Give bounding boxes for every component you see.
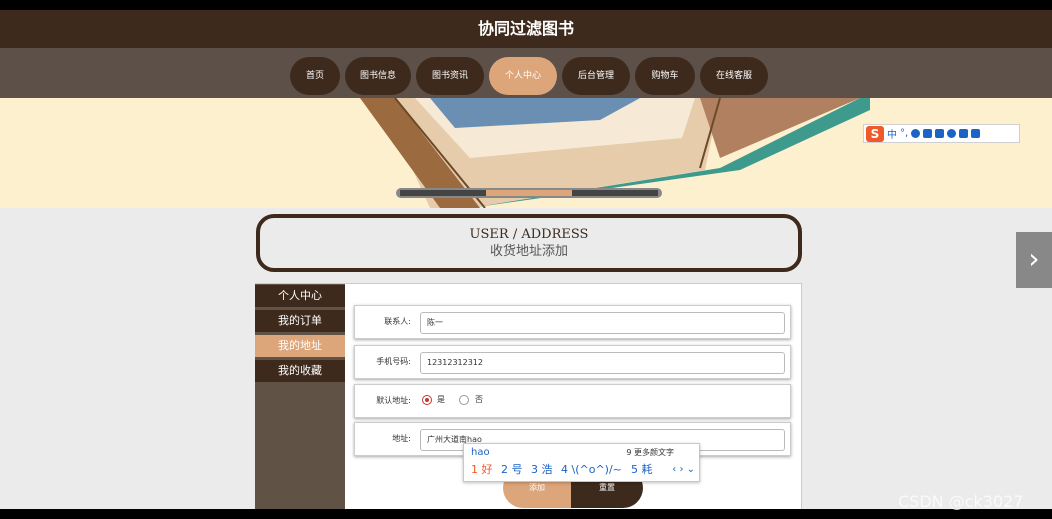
ime-candidate[interactable]: 5 耗 xyxy=(631,463,653,477)
default-yes-label: 是 xyxy=(437,395,445,404)
default-yes-radio[interactable] xyxy=(422,395,432,405)
emoji-icon[interactable] xyxy=(911,129,921,138)
keyboard-icon[interactable] xyxy=(935,129,945,138)
nav-admin[interactable]: 后台管理 xyxy=(562,57,630,95)
default-no-label: 否 xyxy=(475,395,483,404)
sogou-logo-icon: S xyxy=(866,125,884,142)
skin-icon[interactable] xyxy=(959,129,969,138)
toolbox-icon[interactable] xyxy=(971,129,981,138)
nav-book-info[interactable]: 图书信息 xyxy=(345,57,411,95)
carousel-indicator[interactable] xyxy=(400,190,486,196)
user-icon[interactable] xyxy=(947,129,957,138)
main-nav: 首页 图书信息 图书资讯 个人中心 后台管理 购物车 在线客服 xyxy=(0,48,1052,98)
contact-input[interactable]: 陈一 xyxy=(420,312,785,334)
ime-lang-toggle[interactable]: 中 xyxy=(887,126,897,141)
ime-candidate[interactable]: 3 浩 xyxy=(531,463,553,477)
microphone-icon[interactable] xyxy=(923,129,933,138)
sidebar-item-address[interactable]: 我的地址 xyxy=(255,335,345,357)
phone-input[interactable]: 12312312312 xyxy=(420,352,785,374)
sidebar-item-user-center[interactable]: 个人中心 xyxy=(255,285,345,307)
nav-book-news[interactable]: 图书资讯 xyxy=(416,57,484,95)
ime-candidate[interactable]: 2 号 xyxy=(501,463,523,477)
default-address-row: 默认地址: 是 否 xyxy=(354,384,791,418)
top-black-bar xyxy=(0,0,1052,10)
nav-support[interactable]: 在线客服 xyxy=(700,57,768,95)
contact-row: 联系人: 陈一 xyxy=(354,305,791,339)
bottom-black-bar xyxy=(0,509,1052,519)
sidebar-item-orders[interactable]: 我的订单 xyxy=(255,310,345,332)
ime-candidate[interactable]: 4 \(^o^)/~ xyxy=(561,463,622,477)
ime-composition: hao xyxy=(471,447,490,458)
watermark: CSDN @ck3027 xyxy=(898,492,1024,511)
default-address-label: 默认地址: xyxy=(376,396,411,405)
site-title: 协同过滤图书 xyxy=(0,10,1052,48)
phone-label: 手机号码: xyxy=(376,357,411,366)
section-heading: USER / ADDRESS 收货地址添加 xyxy=(256,214,802,272)
carousel-indicators xyxy=(396,188,662,198)
sidebar-item-favorites[interactable]: 我的收藏 xyxy=(255,360,345,382)
nav-user-center[interactable]: 个人中心 xyxy=(489,57,557,95)
user-sidebar: 个人中心 我的订单 我的地址 我的收藏 xyxy=(255,284,345,514)
ime-punct-toggle[interactable]: °, xyxy=(900,128,908,139)
nav-home[interactable]: 首页 xyxy=(290,57,340,95)
nav-cart[interactable]: 购物车 xyxy=(635,57,695,95)
ime-more-emoticons[interactable]: 9 更多颜文字 xyxy=(626,446,674,460)
carousel-indicator[interactable] xyxy=(572,190,658,196)
chevron-right-icon[interactable]: › xyxy=(1016,232,1052,288)
contact-label: 联系人: xyxy=(384,317,411,326)
ime-candidate-popup: hao 9 更多颜文字 1 好 2 号 3 浩 4 \(^o^)/~ 5 耗 ‹… xyxy=(463,443,700,482)
section-title-cn: 收货地址添加 xyxy=(489,244,568,259)
phone-row: 手机号码: 12312312312 xyxy=(354,345,791,379)
ime-candidate[interactable]: 1 好 xyxy=(471,463,493,477)
carousel-indicator-active[interactable] xyxy=(486,190,572,196)
default-no-radio[interactable] xyxy=(459,395,469,405)
ime-pager[interactable]: ‹ › ⌄ xyxy=(672,463,695,477)
section-title-en: USER / ADDRESS xyxy=(469,227,589,242)
ime-toolbar[interactable]: S 中 °, xyxy=(863,124,1020,143)
address-label: 地址: xyxy=(392,434,411,443)
